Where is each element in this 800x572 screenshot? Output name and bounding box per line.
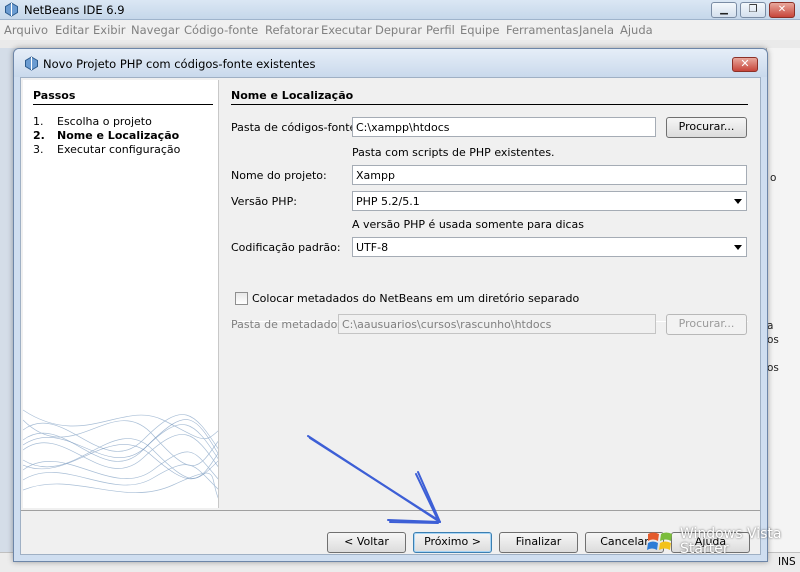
step-label: Escolha o projeto xyxy=(57,115,152,128)
chevron-down-icon xyxy=(734,199,742,204)
dialog-titlebar: Novo Projeto PHP com códigos-fonte exist… xyxy=(14,49,767,77)
finish-button[interactable]: Finalizar xyxy=(499,532,578,553)
divider xyxy=(231,104,748,105)
encoding-label: Codificação padrão: xyxy=(231,241,341,254)
menu-ferramentas[interactable]: Ferramentas xyxy=(506,23,578,37)
wave-decoration xyxy=(23,409,218,499)
next-button[interactable]: Próximo > xyxy=(413,532,492,553)
php-version-value: PHP 5.2/5.1 xyxy=(356,195,420,208)
content-panel: Nome e Localização Pasta de códigos-font… xyxy=(229,80,759,508)
source-folder-label: Pasta de códigos-fonte: xyxy=(231,121,360,134)
dialog-title: Novo Projeto PHP com códigos-fonte exist… xyxy=(43,57,316,71)
encoding-select[interactable]: UTF-8 xyxy=(352,237,747,257)
watermark-line-2: Starter xyxy=(680,541,729,557)
right-fragment: os xyxy=(767,362,779,374)
php-version-hint: A versão PHP é usada somente para dicas xyxy=(352,218,585,231)
dialog-close-button[interactable]: ✕ xyxy=(732,57,758,72)
steps-panel: Passos 1. Escolha o projeto 2. Nome e Loca… xyxy=(23,80,219,508)
right-fragment: os xyxy=(767,334,779,346)
menu-depurar[interactable]: Depurar xyxy=(375,23,422,37)
metadata-folder-label: Pasta de metadados: xyxy=(231,318,347,331)
close-window-button[interactable]: ✕ xyxy=(769,2,795,18)
insert-mode-indicator: INS xyxy=(778,556,796,568)
menu-perfil[interactable]: Perfil xyxy=(426,23,455,37)
source-folder-input[interactable]: C:\xampp\htdocs xyxy=(352,117,656,137)
minimize-button[interactable]: ▁ xyxy=(711,2,737,18)
menu-navegar[interactable]: Navegar xyxy=(131,23,180,37)
menu-arquivo[interactable]: Arquivo xyxy=(4,23,48,37)
watermark-line-1: Windows Vista xyxy=(680,526,782,542)
step-number: 1. xyxy=(33,115,44,128)
step-label: Executar configuração xyxy=(57,143,181,156)
menu-refatorar[interactable]: Refatorar xyxy=(265,23,319,37)
browse-metadata-button[interactable]: Procurar... xyxy=(666,314,747,335)
divider xyxy=(33,104,213,105)
step-number: 2. xyxy=(33,129,45,142)
windows-vista-watermark: Windows Vista Starter xyxy=(680,527,781,557)
menu-janela[interactable]: Janela xyxy=(579,23,614,37)
separate-metadata-checkbox[interactable] xyxy=(235,292,248,305)
dialog-body: Passos 1. Escolha o projeto 2. Nome e Loca… xyxy=(20,77,761,555)
menu-equipe[interactable]: Equipe xyxy=(460,23,499,37)
encoding-value: UTF-8 xyxy=(356,241,389,254)
menu-editar[interactable]: Editar xyxy=(55,23,89,37)
menu-ajuda[interactable]: Ajuda xyxy=(620,23,653,37)
project-name-label: Nome do projeto: xyxy=(231,169,327,182)
menu-codigo-fonte[interactable]: Código-fonte xyxy=(184,23,258,37)
ide-titlebar: NetBeans IDE 6.9 ▁ ❐ ✕ xyxy=(0,0,800,20)
project-name-input[interactable]: Xampp xyxy=(352,165,747,185)
netbeans-icon xyxy=(5,2,18,17)
ide-title: NetBeans IDE 6.9 xyxy=(24,3,125,17)
menu-bar: Arquivo Editar Exibir Navegar Código-fon… xyxy=(0,20,800,40)
restore-button[interactable]: ❐ xyxy=(740,2,766,18)
browse-source-button[interactable]: Procurar... xyxy=(666,117,747,138)
steps-title: Passos xyxy=(33,89,76,102)
menu-executar[interactable]: Executar xyxy=(321,23,372,37)
ide-toolbar xyxy=(0,40,800,48)
separate-metadata-label: Colocar metadados do NetBeans em um dire… xyxy=(252,292,580,305)
chevron-down-icon xyxy=(734,245,742,250)
source-folder-hint: Pasta com scripts de PHP existentes. xyxy=(352,146,555,159)
new-php-project-dialog: Novo Projeto PHP com códigos-fonte exist… xyxy=(13,48,768,562)
step-number: 3. xyxy=(33,143,44,156)
back-button[interactable]: < Voltar xyxy=(327,532,406,553)
right-fragment: o xyxy=(770,172,777,184)
section-title: Nome e Localização xyxy=(231,89,354,102)
step-label: Nome e Localização xyxy=(57,129,180,142)
windows-logo-icon xyxy=(647,532,672,550)
ide-right-panel: o a os os xyxy=(766,48,800,558)
php-version-select[interactable]: PHP 5.2/5.1 xyxy=(352,191,747,211)
metadata-folder-input[interactable]: C:\aausuarios\cursos\rascunho\htdocs xyxy=(338,314,656,334)
netbeans-icon xyxy=(25,56,38,71)
step-3: 3. Executar configuração xyxy=(33,143,180,156)
php-version-label: Versão PHP: xyxy=(231,195,297,208)
step-2: 2. Nome e Localização xyxy=(33,129,179,142)
step-1: 1. Escolha o projeto xyxy=(33,115,152,128)
menu-exibir[interactable]: Exibir xyxy=(93,23,126,37)
